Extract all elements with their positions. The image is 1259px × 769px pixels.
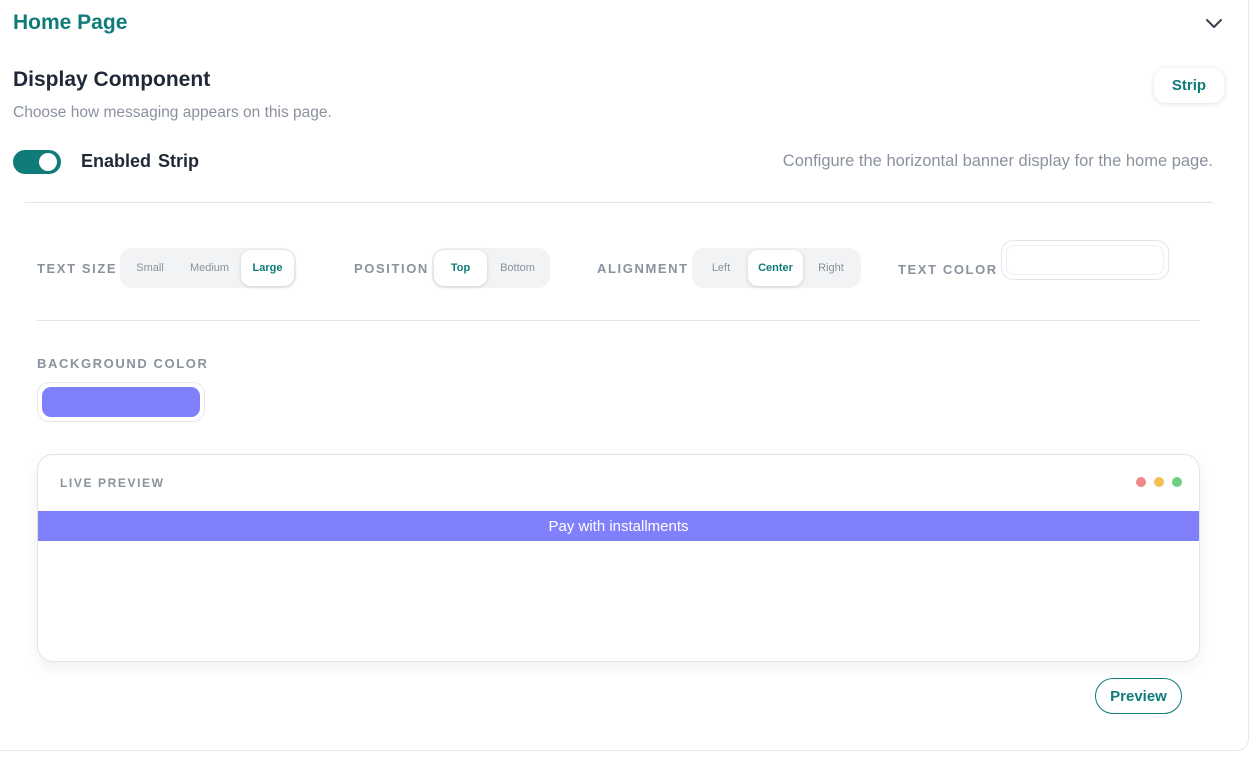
background-color-label: BACKGROUND COLOR: [37, 356, 209, 371]
green-dot-icon: [1172, 477, 1182, 487]
text-color-label: TEXT COLOR: [898, 262, 998, 277]
alignment-selector: Left Center Right: [692, 248, 861, 288]
home-page-card: Home Page Display Component Choose how m…: [0, 0, 1249, 751]
text-size-small[interactable]: Small: [122, 250, 178, 286]
enabled-type: Strip: [158, 151, 200, 171]
position-top[interactable]: Top: [434, 250, 487, 286]
preview-button[interactable]: Preview: [1095, 678, 1182, 714]
display-component-title: Display Component: [13, 68, 211, 91]
divider: [25, 202, 1213, 203]
text-color-swatch: [1006, 245, 1164, 275]
text-size-label: TEXT SIZE: [37, 261, 118, 276]
toggle-knob: [39, 153, 57, 171]
alignment-left[interactable]: Left: [694, 250, 748, 286]
live-preview-label: LIVE PREVIEW: [60, 476, 165, 490]
alignment-center[interactable]: Center: [748, 250, 803, 286]
divider: [37, 320, 1200, 321]
enabled-word: Enabled: [81, 151, 152, 171]
position-selector: Top Bottom: [432, 248, 550, 288]
display-component-subtitle: Choose how messaging appears on this pag…: [13, 104, 332, 121]
yellow-dot-icon: [1154, 477, 1164, 487]
text-color-picker[interactable]: [1001, 240, 1169, 280]
enabled-label: Enabled Strip: [81, 151, 199, 172]
alignment-label: ALIGNMENT: [597, 261, 689, 276]
preview-strip-banner: Pay with installments: [38, 511, 1199, 541]
enabled-toggle[interactable]: [13, 150, 61, 174]
position-label: POSITION: [354, 261, 429, 276]
background-color-picker[interactable]: [37, 382, 205, 422]
background-color-swatch: [42, 387, 200, 417]
text-size-large[interactable]: Large: [241, 250, 294, 286]
alignment-right[interactable]: Right: [803, 250, 859, 286]
text-size-selector: Small Medium Large: [120, 248, 296, 288]
text-size-medium[interactable]: Medium: [178, 250, 241, 286]
live-preview-card: LIVE PREVIEW Pay with installments: [37, 454, 1200, 662]
chevron-down-icon[interactable]: [1203, 13, 1225, 35]
display-description: Configure the horizontal banner display …: [782, 152, 1213, 170]
page-title: Home Page: [13, 11, 128, 34]
display-type-badge[interactable]: Strip: [1154, 68, 1224, 103]
red-dot-icon: [1136, 477, 1146, 487]
position-bottom[interactable]: Bottom: [487, 250, 548, 286]
window-dots: [1136, 477, 1182, 487]
